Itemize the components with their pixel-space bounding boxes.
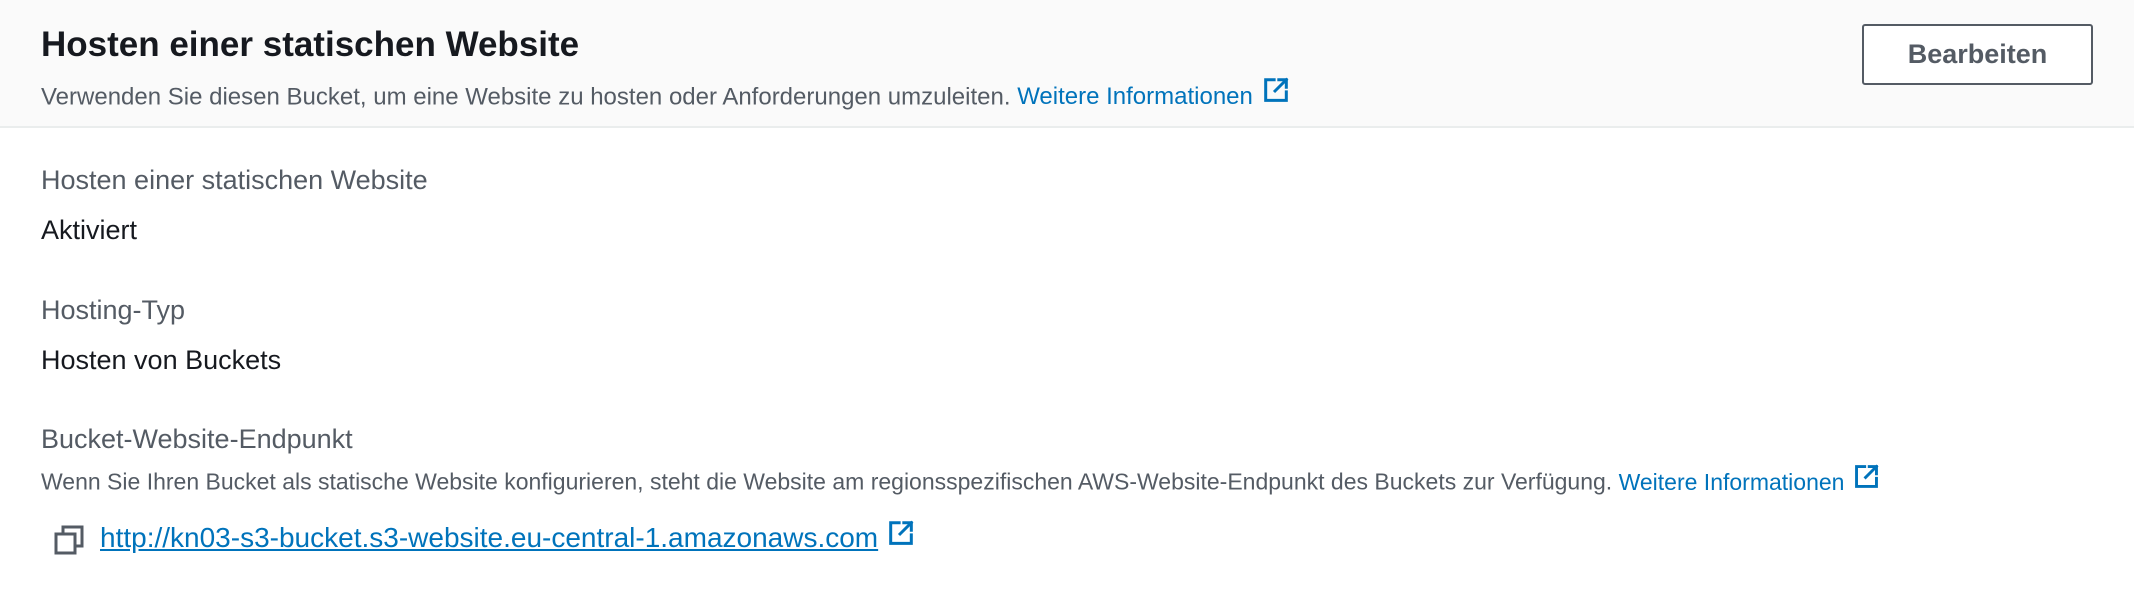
edit-button[interactable]: Bearbeiten: [1862, 24, 2093, 85]
endpoint-url-text: http://kn03-s3-bucket.s3-website.eu-cent…: [100, 522, 879, 554]
panel-header: Hosten einer statischen Website Verwende…: [0, 0, 2134, 128]
static-website-hosting-panel: Hosten einer statischen Website Verwende…: [0, 0, 2134, 610]
endpoint-info-link-label: Weitere Informationen: [1618, 468, 1845, 495]
endpoint-description: Wenn Sie Ihren Bucket als statische Webs…: [41, 464, 1882, 502]
external-link-icon: [1261, 75, 1291, 115]
hosting-type-field: Hosting-Typ Hosten von Buckets: [41, 292, 281, 378]
endpoint-label: Bucket-Website-Endpunkt: [41, 424, 353, 454]
external-link-icon: [1852, 462, 1881, 499]
static-hosting-value: Aktiviert: [41, 215, 138, 245]
hosting-type-label: Hosting-Typ: [41, 295, 186, 325]
static-hosting-label: Hosten einer statischen Website: [41, 165, 428, 195]
external-link-icon: [886, 518, 916, 557]
info-link-label: Weitere Informationen: [1017, 83, 1253, 111]
endpoint-description-text: Wenn Sie Ihren Bucket als statische Webs…: [41, 468, 1613, 495]
hosting-type-value: Hosten von Buckets: [41, 345, 282, 375]
endpoint-url-link[interactable]: http://kn03-s3-bucket.s3-website.eu-cent…: [100, 520, 916, 559]
panel-description-text: Verwenden Sie diesen Bucket, um eine Web…: [41, 83, 1011, 111]
static-hosting-field: Hosten einer statischen Website Aktivier…: [41, 162, 428, 248]
endpoint-field: Bucket-Website-Endpunkt Wenn Sie Ihren B…: [41, 421, 1881, 502]
info-link[interactable]: Weitere Informationen: [1017, 77, 1291, 111]
endpoint-url-row: http://kn03-s3-bucket.s3-website.eu-cent…: [53, 520, 916, 560]
copy-icon[interactable]: [53, 524, 85, 556]
panel-description: Verwenden Sie diesen Bucket, um eine Web…: [41, 77, 1291, 118]
endpoint-info-link[interactable]: Weitere Informationen: [1618, 464, 1882, 495]
panel-title: Hosten einer statischen Website: [41, 25, 580, 64]
